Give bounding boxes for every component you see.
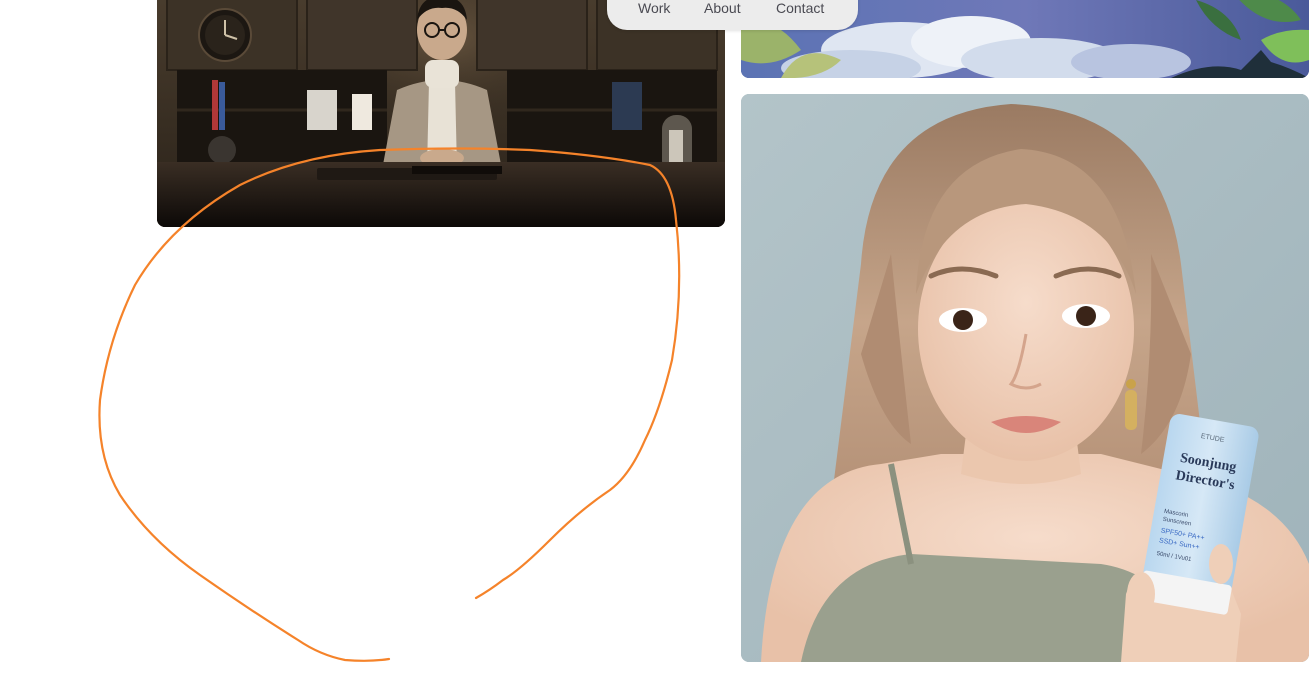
portrait-image: ETUDE Soonjung Director's Mascorin Sunsc… [741, 94, 1309, 662]
nav-link-contact[interactable]: Contact [776, 0, 824, 16]
portrait-card[interactable]: ETUDE Soonjung Director's Mascorin Sunsc… [741, 94, 1309, 662]
nav-link-work[interactable]: Work [638, 0, 670, 16]
video-card[interactable] [157, 0, 725, 227]
top-nav: Work About Contact [607, 0, 858, 30]
video-thumbnail-image [157, 0, 725, 227]
nav-link-about[interactable]: About [704, 0, 741, 16]
page: Work About Contact ETUDE Soonjung Direct… [0, 0, 1315, 692]
